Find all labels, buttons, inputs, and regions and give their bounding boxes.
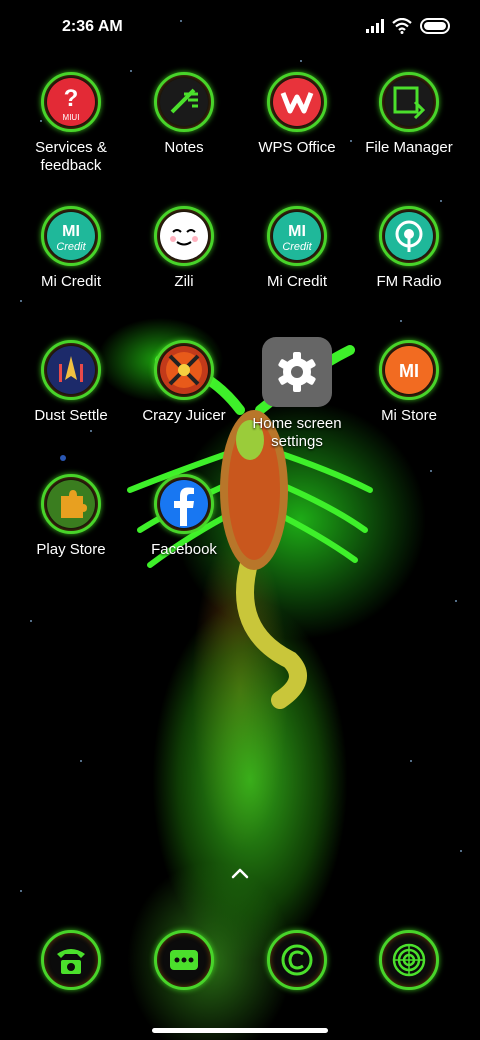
signal-icon: [366, 19, 384, 33]
camera-icon: [385, 936, 433, 984]
app-label: Dust Settle: [34, 407, 108, 424]
svg-text:Credit: Credit: [282, 241, 312, 253]
svg-text:MI: MI: [288, 223, 306, 240]
file-manager-icon: [385, 78, 433, 126]
dock-phone[interactable]: [11, 930, 131, 990]
fm-radio-icon: [385, 212, 433, 260]
settings-gear-icon: [262, 337, 332, 407]
app-label: Facebook: [151, 541, 217, 558]
app-crazy-juicer[interactable]: Crazy Juicer: [124, 340, 244, 425]
app-home-screen-settings[interactable]: Home screen settings: [237, 337, 357, 451]
app-mi-credit-2[interactable]: MI Credit Mi Credit: [237, 206, 357, 291]
phone-icon: [47, 936, 95, 984]
app-mi-store[interactable]: MI Mi Store: [349, 340, 469, 425]
svg-text:MIUI: MIUI: [63, 113, 80, 122]
mi-credit-icon: MI Credit: [273, 212, 321, 260]
app-label: WPS Office: [258, 139, 336, 156]
app-drawer-arrow-icon[interactable]: [230, 866, 250, 880]
battery-icon: [420, 18, 450, 34]
svg-text:MI: MI: [399, 361, 419, 381]
svg-text:?: ?: [64, 85, 79, 112]
play-store-icon: [47, 480, 95, 528]
app-file-manager[interactable]: File Manager: [349, 72, 469, 157]
app-label: Mi Credit: [266, 273, 327, 290]
app-services-feedback[interactable]: ? MIUI Services & feedback: [11, 72, 131, 175]
messages-icon: [160, 936, 208, 984]
dock-messages[interactable]: [124, 930, 244, 990]
dock-camera[interactable]: [349, 930, 469, 990]
app-label: FM Radio: [376, 273, 442, 290]
mi-credit-icon: MI Credit: [47, 212, 95, 260]
app-label: Mi Credit: [40, 273, 101, 290]
notes-icon: [160, 78, 208, 126]
app-label: Play Store: [36, 541, 106, 558]
browser-icon: [273, 936, 321, 984]
app-label: Notes: [164, 139, 204, 156]
dust-settle-icon: [47, 346, 95, 394]
app-zili[interactable]: Zili: [124, 206, 244, 291]
help-icon: ? MIUI: [47, 78, 95, 126]
app-facebook[interactable]: Facebook: [124, 474, 244, 559]
app-dust-settle[interactable]: Dust Settle: [11, 340, 131, 425]
app-play-store[interactable]: Play Store: [11, 474, 131, 559]
app-label: Mi Store: [381, 407, 437, 424]
app-label: Services & feedback: [35, 139, 107, 174]
mi-store-icon: MI: [385, 346, 433, 394]
home-indicator[interactable]: [152, 1028, 328, 1033]
app-label: File Manager: [365, 139, 453, 156]
zili-icon: [160, 212, 208, 260]
app-fm-radio[interactable]: FM Radio: [349, 206, 469, 291]
wifi-icon: [392, 18, 412, 34]
wps-icon: [273, 78, 321, 126]
crazy-juicer-icon: [160, 346, 208, 394]
svg-text:MI: MI: [62, 223, 80, 240]
dock-browser[interactable]: [237, 930, 357, 990]
status-bar: 2:36 AM: [0, 0, 480, 56]
app-label: Zili: [174, 273, 194, 290]
app-label: Crazy Juicer: [142, 407, 226, 424]
facebook-icon: [160, 480, 208, 528]
app-label: Home screen settings: [252, 415, 342, 450]
svg-text:Credit: Credit: [56, 241, 86, 253]
app-notes[interactable]: Notes: [124, 72, 244, 157]
app-mi-credit[interactable]: MI Credit Mi Credit: [11, 206, 131, 291]
app-wps-office[interactable]: WPS Office: [237, 72, 357, 157]
status-time: 2:36 AM: [62, 18, 123, 35]
